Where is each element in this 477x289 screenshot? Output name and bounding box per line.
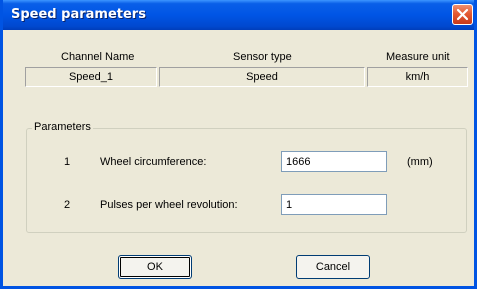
channel-name-value: Speed_1 xyxy=(68,71,114,83)
column-header-sensor-type: Sensor type xyxy=(233,51,292,63)
close-button[interactable] xyxy=(452,4,473,25)
wheel-circumference-unit: (mm) xyxy=(407,156,433,168)
cancel-button[interactable]: Cancel xyxy=(296,255,370,279)
ok-button[interactable]: OK xyxy=(118,255,192,279)
measure-unit-value: km/h xyxy=(405,71,430,83)
param-label-wheel-circumference: Wheel circumference: xyxy=(100,156,207,168)
window-title: Speed parameters xyxy=(11,7,146,22)
column-header-channel-name: Channel Name xyxy=(61,51,135,63)
param-label-pulses-per-revolution: Pulses per wheel revolution: xyxy=(100,199,238,211)
dialog-window: Speed parameters Channel Name Sensor typ… xyxy=(0,0,477,289)
param-row-number: 2 xyxy=(64,199,71,211)
close-icon xyxy=(456,8,469,21)
column-header-measure-unit: Measure unit xyxy=(386,51,450,63)
sensor-type-value: Speed xyxy=(246,71,278,83)
sensor-type-cell: Speed xyxy=(159,67,365,87)
pulses-per-revolution-input[interactable] xyxy=(281,194,387,215)
channel-name-cell: Speed_1 xyxy=(25,67,157,87)
param-row-number: 1 xyxy=(64,156,71,168)
wheel-circumference-input[interactable] xyxy=(281,151,387,172)
parameters-groupbox xyxy=(26,128,467,233)
parameters-group-label: Parameters xyxy=(32,121,93,133)
measure-unit-cell: km/h xyxy=(367,67,468,87)
title-bar[interactable]: Speed parameters xyxy=(3,0,474,30)
